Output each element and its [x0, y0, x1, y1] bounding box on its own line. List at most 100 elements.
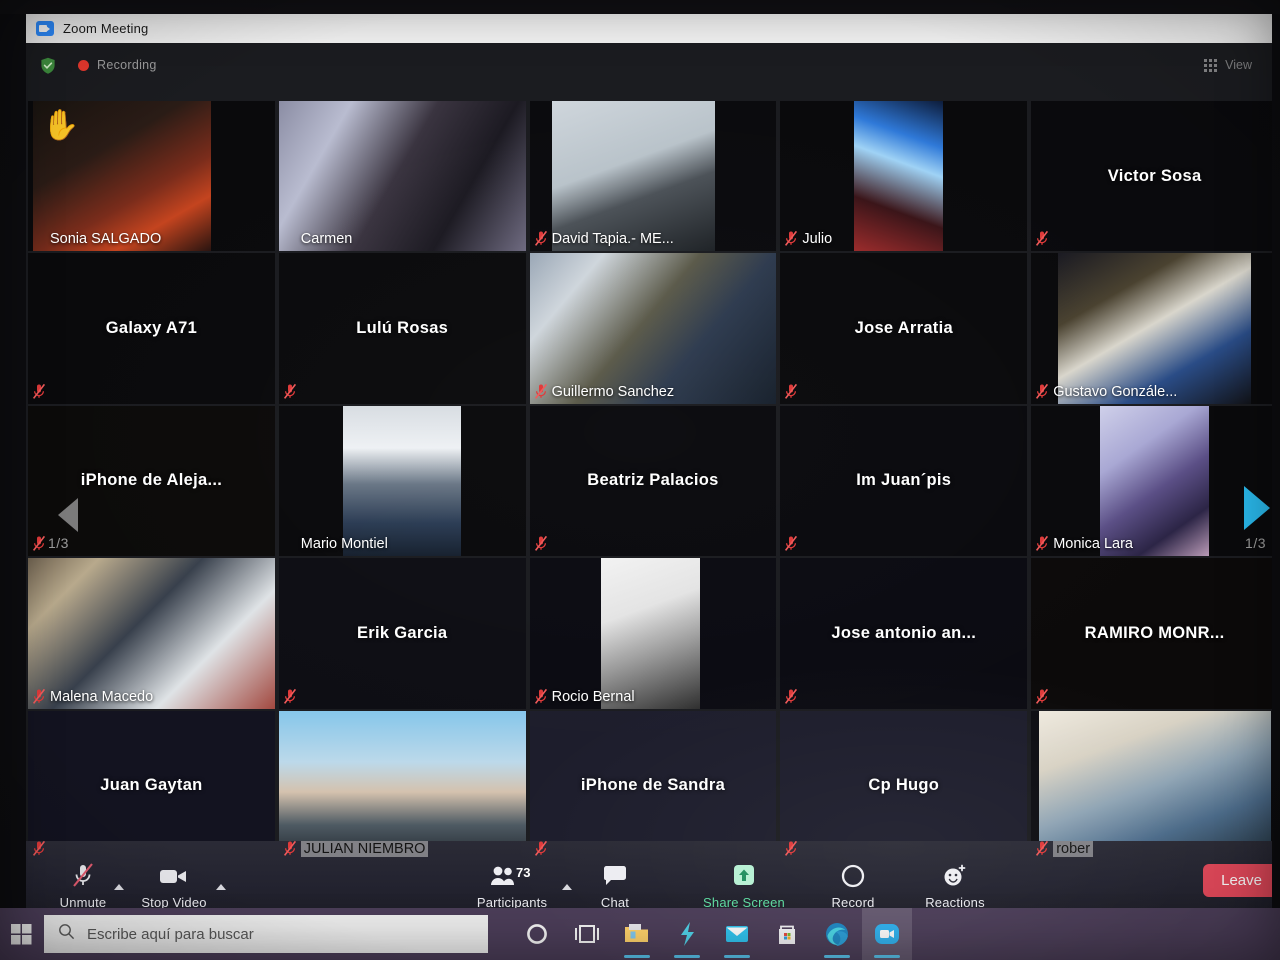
- microphone-muted-icon: [784, 383, 798, 400]
- participant-tile[interactable]: Cp Hugo: [780, 710, 1028, 861]
- participant-name: Julio: [802, 231, 833, 248]
- monitor-bezel-top: [0, 0, 1280, 14]
- recording-dot-icon: [78, 59, 89, 71]
- search-icon: [58, 923, 75, 945]
- participant-tile[interactable]: Carmen: [278, 101, 526, 252]
- taskbar-app-list: [512, 908, 912, 960]
- participant-name: Malena Macedo: [50, 688, 154, 705]
- participant-name: JULIAN NIEMBRO: [300, 840, 429, 857]
- chat-bubble-icon: [602, 861, 628, 891]
- participant-tile[interactable]: Erik Garcia: [278, 558, 526, 709]
- participant-name: Mario Montiel: [300, 536, 388, 553]
- microphone-muted-icon: [784, 230, 798, 247]
- participant-tile[interactable]: David Tapia.- ME...: [529, 101, 777, 252]
- microphone-muted-icon: [283, 840, 297, 857]
- participant-video-feed: [278, 710, 526, 861]
- leave-button[interactable]: Leave: [1203, 864, 1280, 897]
- grid-view-icon: [1204, 58, 1218, 72]
- share-screen-icon: [730, 861, 758, 891]
- chevron-left-icon[interactable]: [58, 498, 78, 532]
- chevron-up-icon: [216, 884, 226, 890]
- participant-name: Monica Lara: [1053, 536, 1133, 553]
- participant-tile[interactable]: Rocio Bernal: [529, 558, 777, 709]
- participant-tile[interactable]: Gustavo Gonzále...: [1031, 253, 1278, 404]
- mail-icon[interactable]: [712, 908, 762, 960]
- participant-name: Erik Garcia: [356, 623, 448, 642]
- participant-tile[interactable]: Sonia SALGADO ✋: [28, 101, 275, 252]
- microphone-muted-icon: [534, 383, 548, 400]
- participant-name: Jose antonio an...: [831, 623, 977, 642]
- participant-name: Sonia SALGADO: [50, 231, 162, 248]
- view-label: View: [1225, 58, 1252, 72]
- lightning-app-icon[interactable]: [662, 908, 712, 960]
- microsoft-store-icon[interactable]: [762, 908, 812, 960]
- participant-name: Cp Hugo: [868, 776, 940, 795]
- microphone-muted-icon: [1035, 840, 1049, 857]
- participant-video-feed: [551, 101, 715, 252]
- meeting-topbar: Recording View: [26, 43, 1280, 87]
- microphone-muted-icon: [534, 840, 548, 857]
- participant-tile[interactable]: Mario Montiel: [278, 405, 526, 557]
- participant-name: RAMIRO MONR...: [1084, 623, 1225, 642]
- microphone-muted-icon: [1035, 535, 1049, 552]
- view-button[interactable]: View: [1204, 58, 1252, 72]
- participant-video-feed: [529, 253, 777, 404]
- file-explorer-icon[interactable]: [612, 908, 662, 960]
- microsoft-edge-icon[interactable]: [812, 908, 862, 960]
- participant-name: Galaxy A71: [105, 319, 198, 338]
- people-icon: 73: [489, 861, 535, 891]
- participant-name: Gustavo Gonzále...: [1053, 383, 1178, 400]
- participant-name: Carmen: [300, 231, 353, 248]
- participant-gallery: Sonia SALGADO ✋ Carmen David Tapia.- ME... J…: [26, 101, 1280, 861]
- recording-indicator[interactable]: Recording: [78, 58, 157, 72]
- microphone-muted-icon: [32, 383, 46, 400]
- participant-tile[interactable]: RAMIRO MONR...: [1031, 558, 1278, 709]
- microphone-muted-icon: [534, 230, 548, 247]
- participant-tile[interactable]: Juan Gaytan: [28, 710, 275, 861]
- participant-video-feed: [854, 101, 944, 252]
- microphone-muted-icon: [283, 688, 297, 705]
- zoom-icon: [36, 21, 54, 36]
- participant-tile[interactable]: JULIAN NIEMBRO: [278, 710, 526, 861]
- search-input[interactable]: Escribe aquí para buscar: [44, 915, 488, 953]
- participant-tile[interactable]: iPhone de Aleja...: [28, 405, 275, 557]
- chevron-up-icon: [114, 884, 124, 890]
- participant-tile[interactable]: Lulú Rosas: [278, 253, 526, 404]
- participant-name: David Tapia.- ME...: [551, 231, 674, 248]
- monitor-bezel-left: [0, 0, 26, 920]
- cortana-icon[interactable]: [512, 908, 562, 960]
- window-title: Zoom Meeting: [63, 21, 149, 36]
- windows-start-icon[interactable]: [0, 908, 44, 960]
- monitor-bezel-right: [1272, 0, 1280, 920]
- camera-icon: [159, 861, 189, 891]
- participant-tile[interactable]: Victor Sosa: [1031, 101, 1278, 252]
- microphone-muted-icon: [1035, 230, 1049, 247]
- participant-tile[interactable]: Im Juan´pis: [780, 405, 1028, 557]
- page-indicator-right: 1/3: [1245, 535, 1266, 551]
- participant-tile[interactable]: Galaxy A71: [28, 253, 275, 404]
- participant-tile[interactable]: Julio: [780, 101, 1028, 252]
- participant-tile[interactable]: Guillermo Sanchez: [529, 253, 777, 404]
- microphone-muted-icon: [534, 688, 548, 705]
- participant-video-feed: [1100, 405, 1209, 557]
- participant-video-feed: [1058, 253, 1251, 404]
- chevron-right-icon[interactable]: [1244, 486, 1270, 530]
- participant-tile[interactable]: Jose antonio an...: [780, 558, 1028, 709]
- page-indicator-left: 1/3: [48, 535, 69, 551]
- participant-tile[interactable]: iPhone de Sandra: [529, 710, 777, 861]
- encryption-shield-icon[interactable]: [40, 57, 56, 74]
- task-view-icon[interactable]: [562, 908, 612, 960]
- participant-tile[interactable]: Malena Macedo: [28, 558, 275, 709]
- svg-text:73: 73: [516, 865, 530, 880]
- participant-tile[interactable]: Jose Arratia: [780, 253, 1028, 404]
- zoom-taskbar-icon[interactable]: [862, 908, 912, 960]
- participant-name: Juan Gaytan: [100, 776, 203, 795]
- participant-tile[interactable]: rober: [1031, 710, 1278, 861]
- chevron-up-icon: [562, 884, 572, 890]
- microphone-muted-icon: [32, 535, 46, 552]
- microphone-muted-icon: [283, 383, 297, 400]
- participant-tile[interactable]: Beatriz Palacios: [529, 405, 777, 557]
- zoom-meeting-window: Recording View Sonia SALGADO ✋ Carmen David…: [26, 43, 1280, 920]
- participant-name: Guillermo Sanchez: [551, 383, 675, 400]
- participant-tile[interactable]: Monica Lara: [1031, 405, 1278, 557]
